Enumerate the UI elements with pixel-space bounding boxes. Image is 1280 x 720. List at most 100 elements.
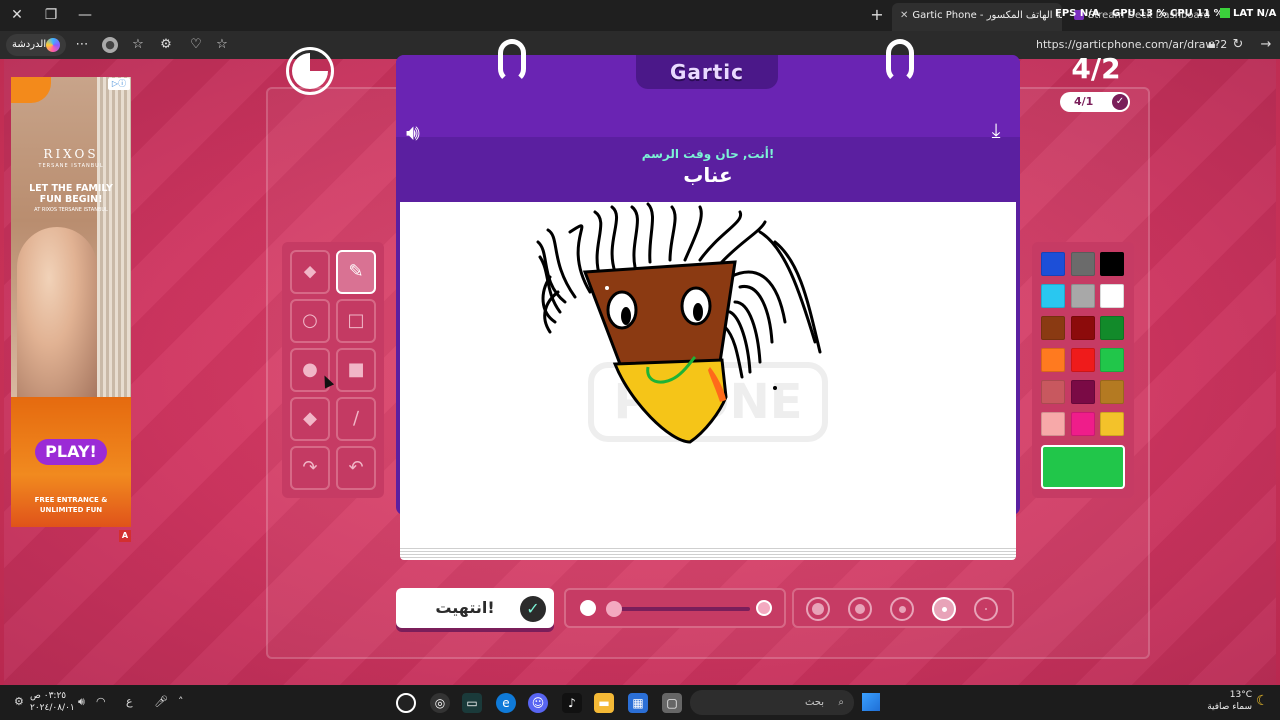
check-icon: ✓ — [520, 596, 546, 622]
color-swatch[interactable] — [1100, 380, 1124, 404]
color-swatch[interactable] — [1041, 380, 1065, 404]
sidebar-advertisement[interactable]: RIXOS TERSANE ISTANBUL LET THE FAMILY FU… — [11, 77, 131, 527]
color-swatch[interactable] — [1070, 412, 1095, 436]
brush-size-md[interactable] — [890, 597, 914, 621]
ad-choices-icon[interactable]: ▷ⓘ — [108, 78, 130, 90]
rectangle-outline-tool[interactable]: □ — [336, 299, 376, 343]
right-pupil — [693, 303, 703, 321]
app-icon[interactable]: ◎ — [430, 693, 450, 713]
settings-tray-icon[interactable]: ⚙ — [14, 695, 24, 708]
rectangle-outline-tool-icon: □ — [347, 310, 365, 331]
color-swatch[interactable] — [1100, 348, 1124, 372]
weather-widget[interactable]: 13°C سماء صافية — [1196, 689, 1252, 713]
color-swatch[interactable] — [1041, 348, 1065, 372]
color-swatch[interactable] — [1070, 252, 1095, 276]
speaker-icon[interactable]: 🔊︎ — [406, 119, 436, 149]
color-swatch[interactable] — [1100, 316, 1124, 340]
hud-fps-value: N/A — [1079, 8, 1100, 19]
color-swatch[interactable] — [1041, 316, 1065, 340]
add-favorite-icon[interactable]: ☆ — [212, 35, 232, 55]
redo-tool[interactable]: ↷ — [290, 446, 330, 490]
language-indicator[interactable]: ع — [126, 695, 133, 708]
notebook-pages — [400, 546, 1016, 560]
brush-dot-icon — [985, 608, 987, 610]
wifi-icon[interactable]: ◠ — [96, 695, 106, 708]
color-swatch[interactable] — [1100, 252, 1124, 276]
start-button-icon[interactable] — [862, 693, 880, 711]
hud-gpu: GPU 13 % — [1112, 8, 1167, 19]
minimize-window-button[interactable]: — — [72, 4, 98, 26]
color-swatch[interactable] — [1070, 380, 1095, 404]
favorites-icon[interactable]: ☆ — [128, 35, 148, 55]
new-tab-button[interactable]: + — [868, 4, 886, 26]
clock[interactable]: ٠٣:٢٥ ص ٢٠٢٤/٠٨/٠١ — [30, 690, 75, 714]
volume-icon[interactable]: 🔊︎ — [78, 695, 85, 709]
search-icon: ⌕ — [838, 697, 844, 708]
fill-bucket-tool[interactable]: ◆ — [290, 397, 330, 441]
color-swatch[interactable] — [1070, 348, 1095, 372]
brush-size-lg[interactable] — [848, 597, 872, 621]
pencil-tool[interactable]: ✎ — [336, 250, 376, 294]
download-icon[interactable]: ⤓ — [984, 117, 1008, 143]
opacity-knob[interactable] — [606, 601, 622, 617]
color-swatch[interactable] — [1041, 412, 1065, 436]
lock-icon[interactable]: 🔒︎ — [1202, 35, 1222, 55]
edge-icon[interactable]: e — [496, 693, 516, 713]
brush-dot-icon — [812, 603, 824, 615]
done-label: انتهيت! — [435, 598, 495, 617]
face-highlight — [605, 286, 609, 290]
opacity-min-icon — [580, 600, 596, 616]
ad-brand: RIXOS — [43, 147, 99, 161]
refresh-icon[interactable]: ↻ — [1228, 35, 1248, 55]
copilot-chat-button[interactable]: الدردشة — [6, 34, 66, 56]
store-icon[interactable]: ▦ — [628, 693, 648, 713]
timer-remaining — [292, 53, 328, 89]
opacity-slider[interactable] — [564, 588, 786, 628]
close-tab-icon[interactable]: ✕ — [900, 3, 908, 29]
tiktok-icon[interactable]: ♪ — [562, 693, 582, 713]
weather-desc: سماء صافية — [1207, 702, 1252, 712]
ad-badge[interactable]: A — [119, 530, 131, 542]
done-button[interactable]: انتهيت! ✓ — [396, 588, 554, 628]
browser-essentials-icon[interactable]: ♡ — [186, 35, 206, 55]
draw-prompt: أنت, حان وقت الرسم! — [641, 147, 775, 161]
eraser-tool[interactable]: ⬥ — [290, 250, 330, 294]
current-color-swatch[interactable] — [1041, 445, 1125, 489]
address-input[interactable]: https://garticphone.com/ar/draw?2 — [1036, 38, 1227, 51]
tab-gartic-phone[interactable]: ✕ Gartic Phone - لعبة الهاتف المكسور — [892, 3, 1062, 31]
rectangle-filled-tool[interactable]: ■ — [336, 348, 376, 392]
profile-avatar[interactable]: ● — [102, 37, 118, 53]
ellipse-outline-tool[interactable]: ○ — [290, 299, 330, 343]
binder-ring-icon — [886, 39, 914, 83]
color-swatch[interactable] — [1070, 316, 1095, 340]
color-swatch[interactable] — [1100, 412, 1124, 436]
restore-window-button[interactable]: ❐ — [38, 4, 64, 26]
weather-temp: 13°C — [1229, 690, 1252, 700]
taskbar-search-input[interactable]: بحث ⌕ — [690, 690, 854, 715]
discord-icon[interactable]: ☺ — [528, 693, 548, 713]
brush-dot-icon — [898, 605, 906, 613]
undo-tool[interactable]: ↶ — [336, 446, 376, 490]
more-menu-icon[interactable]: ⋯ — [72, 35, 92, 55]
opacity-track[interactable] — [606, 601, 750, 617]
color-swatch[interactable] — [1070, 284, 1095, 308]
line-tool[interactable]: ∕ — [336, 397, 376, 441]
forward-icon[interactable]: → — [1256, 35, 1276, 55]
terminal-icon[interactable]: ▭ — [462, 693, 482, 713]
brush-size-xs[interactable] — [974, 597, 998, 621]
color-swatch[interactable] — [1041, 252, 1065, 276]
color-swatch[interactable] — [1100, 284, 1124, 308]
file-explorer-icon[interactable]: ▬ — [594, 693, 614, 713]
obs-icon[interactable] — [396, 693, 416, 713]
brush-size-xl[interactable] — [806, 597, 830, 621]
microphone-icon[interactable]: 🎤︎ — [154, 695, 168, 708]
close-window-button[interactable]: ✕ — [4, 4, 30, 26]
clock-time: ٠٣:٢٥ ص — [30, 691, 67, 701]
extensions-icon[interactable]: ⚙ — [156, 35, 176, 55]
taskview-icon[interactable]: ▢ — [662, 693, 682, 713]
hud-cpu-label: CPU — [1170, 8, 1193, 19]
brush-size-sm[interactable] — [932, 597, 956, 621]
color-swatch[interactable] — [1041, 284, 1065, 308]
drawing-canvas[interactable]: PHONE — [400, 202, 1016, 546]
chevron-up-icon[interactable]: ˄ — [178, 695, 184, 708]
